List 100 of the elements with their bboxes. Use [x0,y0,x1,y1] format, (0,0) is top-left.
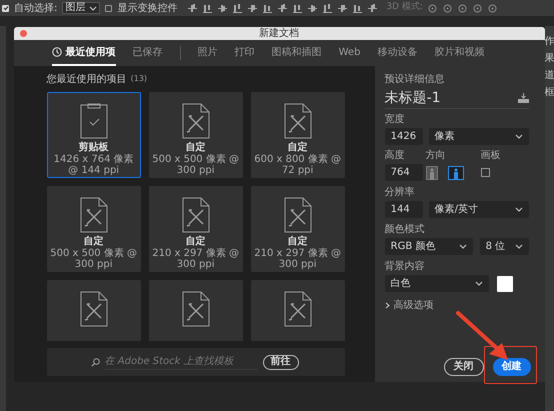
width-unit-select[interactable]: 像素 [428,128,529,145]
category-tab[interactable]: 移动设备 [377,40,418,66]
preset-details-heading: 预设详细信息 [384,74,446,86]
auto-select-label: 自动选择: [14,2,58,16]
align-icon[interactable] [338,4,348,12]
category-tab[interactable]: Web [338,40,360,66]
chevron-down-icon [514,134,523,139]
layer-select[interactable]: 图层 [62,2,100,14]
color-mode-label: 颜色模式 [384,224,426,236]
align-icon[interactable] [203,4,212,12]
clipboard-check-icon [80,103,108,139]
preset-name: 自定 [186,236,206,248]
preset-name: 自定 [84,236,104,248]
align-icon[interactable] [368,4,378,12]
document-pencil-icon [80,291,108,327]
preset-size: 1426 x 764 像素 @ 144 ppi [52,154,135,176]
background-select[interactable]: 白色 [384,275,489,292]
category-tab[interactable]: 胶片和视频 [434,40,484,66]
document-pencil-icon [182,103,210,139]
height-label: 高度 [384,150,406,162]
annotation-highlight-box [484,346,537,384]
width-field[interactable]: 1426 [384,128,423,145]
background-color-swatch[interactable] [496,276,513,292]
3d-mode-label: 3D 模式: [386,1,423,14]
height-field[interactable]: 764 [384,164,423,181]
preset-name: 自定 [186,142,206,154]
auto-select-checkbox[interactable] [2,4,9,12]
preset-card[interactable] [148,280,243,341]
align-icon[interactable] [323,4,332,12]
align-icon[interactable] [248,4,258,12]
chevron-down-icon [514,207,523,212]
recent-items-heading: 您最近使用的项目 [46,72,127,86]
preset-size: 210 x 297 像素 @ 300 ppi [254,248,342,270]
portrait-icon[interactable] [426,166,438,180]
panel-tab-label: 作 [544,36,554,47]
preset-card[interactable] [250,280,345,341]
preset-size: 600 x 800 像素 @ 72 ppi [254,154,342,176]
show-transform-checkbox[interactable] [105,4,112,12]
bit-depth-select[interactable]: 8 位 [480,238,529,255]
category-tab[interactable]: 最近使用项 [52,40,116,66]
orientation-label: 方向 [426,150,447,162]
preset-name: 自定 [288,236,308,248]
preset-size: 500 x 500 像素 @ 300 ppi [50,248,138,270]
preset-card[interactable]: 剪贴板 1426 x 764 像素 @ 144 ppi [46,92,141,178]
preset-card[interactable] [46,280,141,341]
align-icon[interactable] [308,4,318,12]
chevron-down-icon [514,244,523,249]
align-icon[interactable] [293,4,302,12]
color-mode-select[interactable]: RGB 颜色 [384,238,473,255]
preset-card[interactable]: 自定 600 x 800 像素 @ 72 ppi [250,92,345,178]
go-button[interactable]: 前往 [262,354,299,370]
stock-search-field[interactable]: 在 Adobe Stock 上查找模板 [104,354,258,370]
document-pencil-icon [182,291,210,327]
chevron-down-icon [474,281,483,286]
align-icon[interactable] [353,4,362,12]
resolution-field[interactable]: 144 [384,201,423,218]
document-pencil-icon [80,197,108,233]
save-preset-icon[interactable] [518,93,529,103]
advanced-options-toggle[interactable]: 高级选项 [384,298,529,313]
panel-tab-label: 道 [544,70,554,81]
background-label: 背景内容 [384,261,426,273]
preset-card[interactable]: 自定 500 x 500 像素 @ 300 ppi [148,92,243,178]
document-pencil-icon [182,197,210,233]
align-icon[interactable] [263,4,272,12]
chevron-down-icon [89,6,98,10]
align-icon[interactable] [233,4,242,12]
category-tab[interactable]: 已保存 [132,40,163,66]
document-pencil-icon [284,291,312,327]
preset-size: 210 x 297 像素 @ 300 ppi [152,248,240,270]
align-icon[interactable] [218,4,228,12]
check-icon [2,5,8,11]
search-icon [90,358,100,366]
resolution-unit-select[interactable]: 像素/英寸 [428,201,529,218]
close-button[interactable]: 关闭 [444,358,484,376]
category-tab[interactable]: 照片 [198,40,218,66]
create-button[interactable]: 创建 [492,358,531,376]
panel-tab-label: 果 [544,53,554,64]
align-icon[interactable] [278,4,288,12]
panel-tab-label: 框 [544,87,554,98]
landscape-icon[interactable] [448,166,464,180]
dialog-title: 新建文档 [259,28,300,38]
preset-card[interactable]: 自定 500 x 500 像素 @ 300 ppi [46,186,141,272]
show-transform-label: 显示变换控件 [117,2,178,16]
preset-name: 剪贴板 [78,142,109,154]
annotation-arrow [455,310,511,362]
preset-card[interactable]: 自定 210 x 297 像素 @ 300 ppi [250,186,345,272]
document-pencil-icon [284,103,312,139]
align-icon[interactable] [188,4,198,12]
preset-card[interactable]: 自定 210 x 297 像素 @ 300 ppi [148,186,243,272]
document-pencil-icon [284,197,312,233]
chevron-down-icon [458,244,467,249]
artboard-label: 画板 [480,150,501,162]
category-tab[interactable]: 图稿和插图 [272,40,322,66]
category-tab[interactable]: 打印 [234,40,255,66]
preset-name: 自定 [288,142,308,154]
chevron-right-icon [384,302,390,309]
artboard-checkbox[interactable] [480,168,490,177]
recent-items-count: (13) [130,73,148,85]
resolution-label: 分辨率 [384,187,416,199]
document-name-field[interactable]: 未标题-1 [384,89,441,107]
